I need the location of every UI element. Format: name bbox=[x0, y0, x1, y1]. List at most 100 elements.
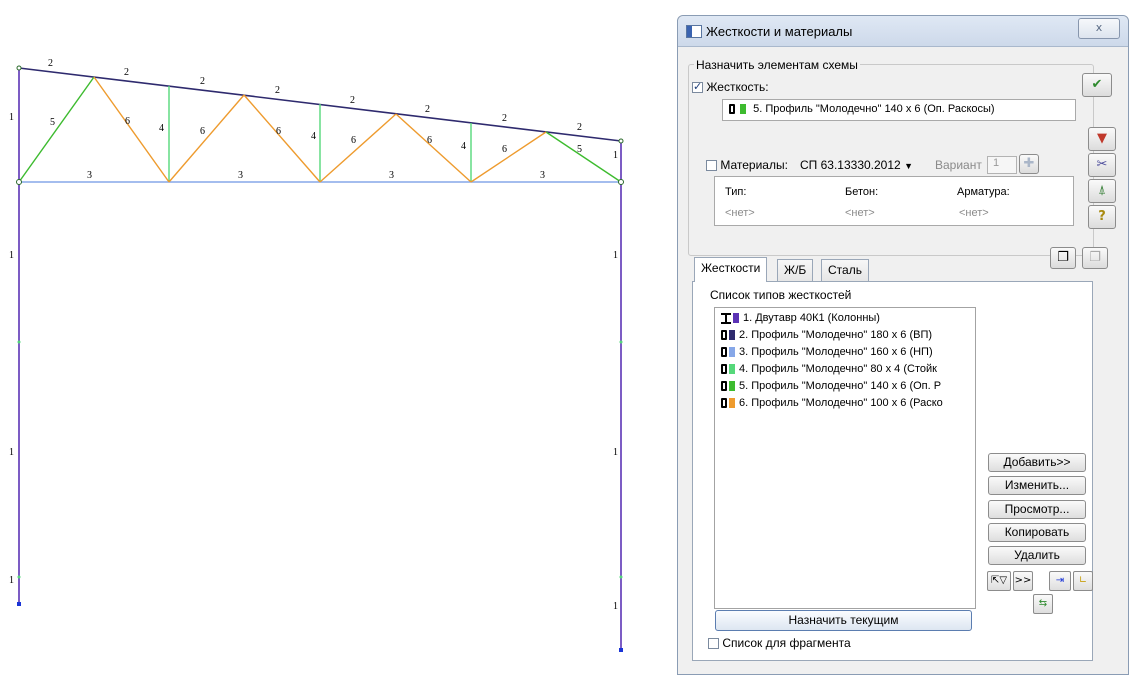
element-label: 1 bbox=[9, 447, 14, 458]
filter-button[interactable]: ▼ bbox=[1088, 127, 1116, 151]
close-button[interactable]: ⅹ bbox=[1078, 18, 1120, 39]
list-item[interactable]: 2. Профиль "Молодечно" 180 x 6 (ВП) bbox=[715, 327, 975, 344]
variant-label: Вариант bbox=[935, 158, 982, 172]
element-label: 2 bbox=[200, 76, 205, 87]
rect-profile-icon bbox=[721, 381, 727, 392]
rect-profile-icon bbox=[721, 347, 727, 358]
view-button[interactable]: Просмотр... bbox=[988, 500, 1086, 519]
edit-button[interactable]: Изменить... bbox=[988, 476, 1086, 495]
copy-button[interactable]: Копировать bbox=[988, 523, 1086, 542]
element-label: 2 bbox=[502, 113, 507, 124]
list-item-label: 2. Профиль "Молодечно" 180 x 6 (ВП) bbox=[739, 329, 933, 341]
node[interactable] bbox=[17, 575, 21, 579]
window-icon bbox=[686, 25, 702, 38]
stiffness-checkbox[interactable] bbox=[692, 80, 703, 94]
materials-checkbox[interactable] bbox=[706, 160, 717, 172]
element-label: 6 bbox=[502, 144, 507, 155]
grid-header-concrete: Бетон: bbox=[845, 186, 879, 198]
grid-cell-type[interactable]: <нет> bbox=[725, 207, 755, 219]
element-label: 6 bbox=[200, 126, 205, 137]
variant-value: 1 bbox=[993, 157, 1000, 169]
list-item[interactable]: 4. Профиль "Молодечно" 80 x 4 (Стойк bbox=[715, 361, 975, 378]
list-item[interactable]: 3. Профиль "Молодечно" 160 x 6 (НП) bbox=[715, 344, 975, 361]
node[interactable] bbox=[16, 179, 22, 185]
element-label: 6 bbox=[125, 116, 130, 127]
section-icon: ⇥ bbox=[1055, 575, 1065, 586]
node[interactable] bbox=[17, 340, 21, 344]
dropdown-arrow-icon: ▼ bbox=[904, 161, 913, 171]
node[interactable] bbox=[619, 575, 623, 579]
fragment-checkbox-row[interactable]: Список для фрагмента bbox=[708, 636, 851, 650]
brush-icon: ⍋ bbox=[1098, 183, 1106, 198]
diagonal[interactable] bbox=[168, 94, 245, 183]
stiffness-color-swatch bbox=[733, 313, 739, 324]
list-item-label: 6. Профиль "Молодечно" 100 x 6 (Раско bbox=[739, 397, 943, 409]
list-item[interactable]: 5. Профиль "Молодечно" 140 x 6 (Оп. Р bbox=[715, 378, 975, 395]
dialog-titlebar[interactable]: Жесткости и материалы ⅹ bbox=[678, 16, 1128, 47]
diagonal[interactable] bbox=[319, 113, 397, 183]
materials-grid: Тип: Бетон: Арматура: <нет> <нет> <нет> bbox=[714, 176, 1074, 226]
stiffness-list-title: Список типов жесткостей bbox=[710, 288, 852, 302]
node[interactable] bbox=[618, 179, 624, 185]
list-item[interactable]: 1. Двутавр 40К1 (Колонны) bbox=[715, 310, 975, 327]
frame-drawing: 2 2 2 2 2 2 2 2 3 3 3 3 4 4 4 5 5 6 6 6 … bbox=[9, 58, 624, 652]
tab-steel[interactable]: Сталь bbox=[821, 259, 869, 281]
variant-spinner[interactable]: 1 bbox=[987, 156, 1017, 174]
list-item-label: 5. Профиль "Молодечно" 140 x 6 (Оп. Р bbox=[739, 380, 942, 392]
assign-group-label: Назначить элементам схемы bbox=[694, 58, 860, 72]
stiffness-list[interactable]: 1. Двутавр 40К1 (Колонны) 2. Профиль "Мол… bbox=[714, 307, 976, 609]
rect-profile-icon bbox=[721, 364, 727, 375]
refresh-button[interactable]: ⇆ bbox=[1033, 594, 1053, 614]
select-pointer-button[interactable]: ⇱▽ bbox=[987, 571, 1011, 591]
axes-icon: ∟ bbox=[1078, 575, 1088, 586]
node[interactable] bbox=[619, 340, 623, 344]
element-label: 3 bbox=[238, 170, 243, 181]
document-icon: ❐ bbox=[1057, 250, 1069, 265]
materials-checkbox-row[interactable]: Материалы: bbox=[706, 158, 788, 172]
stiffness-checkbox-row[interactable]: Жесткость: bbox=[692, 80, 769, 94]
support-brace[interactable] bbox=[18, 76, 95, 183]
help-button[interactable]: ? bbox=[1088, 205, 1116, 229]
materials-norm-value: СП 63.13330.2012 bbox=[800, 158, 901, 172]
paste-list-button[interactable]: ❐ bbox=[1082, 247, 1108, 269]
tab-stiffness[interactable]: Жесткости bbox=[694, 257, 768, 282]
element-label: 1 bbox=[613, 601, 618, 612]
stiffness-color-swatch bbox=[729, 381, 735, 392]
section-button[interactable]: ⇥ bbox=[1049, 571, 1071, 591]
current-stiffness-field[interactable]: 5. Профиль "Молодечно" 140 x 6 (Оп. Раск… bbox=[722, 99, 1076, 121]
grid-header-type: Тип: bbox=[725, 186, 747, 198]
more-button[interactable]: >> bbox=[1013, 571, 1033, 591]
apply-checkmark-button[interactable]: ✔ bbox=[1082, 73, 1112, 97]
support-node[interactable] bbox=[619, 648, 623, 652]
rect-profile-icon bbox=[729, 104, 735, 115]
add-variant-button[interactable]: ✚ bbox=[1019, 154, 1039, 174]
grid-cell-concrete[interactable]: <нет> bbox=[845, 207, 875, 219]
delete-button[interactable]: Удалить bbox=[988, 546, 1086, 565]
list-item[interactable]: 6. Профиль "Молодечно" 100 x 6 (Раско bbox=[715, 395, 975, 412]
current-stiffness-text: 5. Профиль "Молодечно" 140 x 6 (Оп. Раск… bbox=[753, 103, 995, 115]
stiffness-color-swatch bbox=[729, 330, 735, 341]
diagonal[interactable] bbox=[470, 131, 547, 183]
axes-button[interactable]: ∟ bbox=[1073, 571, 1093, 591]
paste-icon: ❐ bbox=[1089, 250, 1101, 265]
cut-button[interactable]: ✂ bbox=[1088, 153, 1116, 177]
grid-cell-rebar[interactable]: <нет> bbox=[959, 207, 989, 219]
diagonal[interactable] bbox=[243, 94, 321, 183]
node[interactable] bbox=[16, 65, 22, 71]
brush-button[interactable]: ⍋ bbox=[1088, 179, 1116, 203]
element-label: 2 bbox=[48, 58, 53, 69]
checkmark-icon: ✔ bbox=[1091, 77, 1103, 92]
materials-norm-dropdown[interactable]: СП 63.13330.2012 ▼ bbox=[800, 158, 913, 172]
copy-list-button[interactable]: ❐ bbox=[1050, 247, 1076, 269]
assign-current-button[interactable]: Назначить текущим bbox=[715, 610, 972, 631]
stiffness-label: Жесткость: bbox=[706, 80, 769, 94]
diagonal[interactable] bbox=[93, 76, 170, 183]
fragment-checkbox[interactable] bbox=[708, 638, 719, 650]
diagonal[interactable] bbox=[395, 113, 472, 183]
node[interactable] bbox=[618, 138, 624, 144]
add-button[interactable]: Добавить>> bbox=[988, 453, 1086, 472]
support-node[interactable] bbox=[17, 602, 21, 606]
rect-profile-icon bbox=[721, 330, 727, 341]
element-label: 6 bbox=[276, 126, 281, 137]
tab-reinforced-concrete[interactable]: Ж/Б bbox=[777, 259, 814, 281]
